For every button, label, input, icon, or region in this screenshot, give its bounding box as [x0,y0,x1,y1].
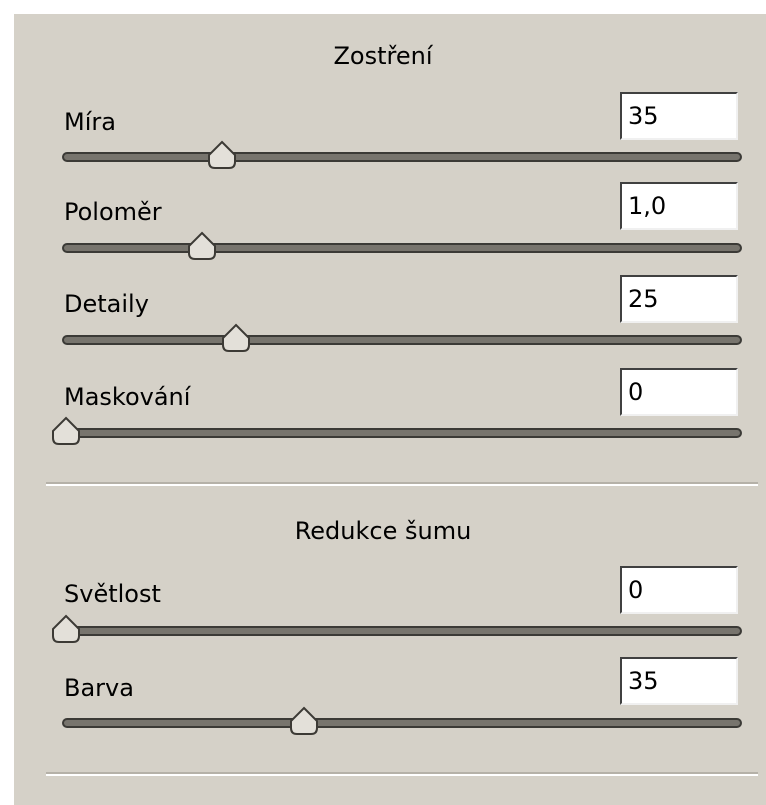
luminance-label: Světlost [64,580,161,608]
luminance-input[interactable]: 0 [620,566,738,614]
detail-input[interactable]: 25 [620,275,738,323]
left-edge [0,0,14,805]
sharpening-title: Zostření [333,42,433,70]
radius-slider-thumb[interactable] [186,231,218,261]
luminance-slider-thumb[interactable] [50,614,82,644]
masking-label: Maskování [64,383,191,411]
color-input[interactable]: 35 [620,657,738,705]
color-slider-track[interactable] [62,718,742,728]
top-edge [0,0,766,14]
detail-slider-thumb[interactable] [220,323,252,353]
section-divider [46,482,758,486]
radius-input[interactable]: 1,0 [620,182,738,230]
color-label: Barva [64,674,134,702]
bottom-divider [46,772,758,776]
masking-slider-thumb[interactable] [50,416,82,446]
noise-reduction-title: Redukce šumu [294,517,472,545]
amount-input[interactable]: 35 [620,92,738,140]
amount-label: Míra [64,108,116,136]
amount-slider-track[interactable] [62,152,742,162]
radius-label: Poloměr [64,198,162,226]
luminance-slider-track[interactable] [62,626,742,636]
masking-slider-track[interactable] [62,428,742,438]
detail-label: Detaily [64,290,149,318]
color-slider-thumb[interactable] [288,706,320,736]
masking-input[interactable]: 0 [620,368,738,416]
detail-panel: Zostření Míra 35 Poloměr 1,0 Detaily 25 … [0,0,766,805]
amount-slider-thumb[interactable] [206,140,238,170]
radius-slider-track[interactable] [62,243,742,253]
detail-slider-track[interactable] [62,335,742,345]
